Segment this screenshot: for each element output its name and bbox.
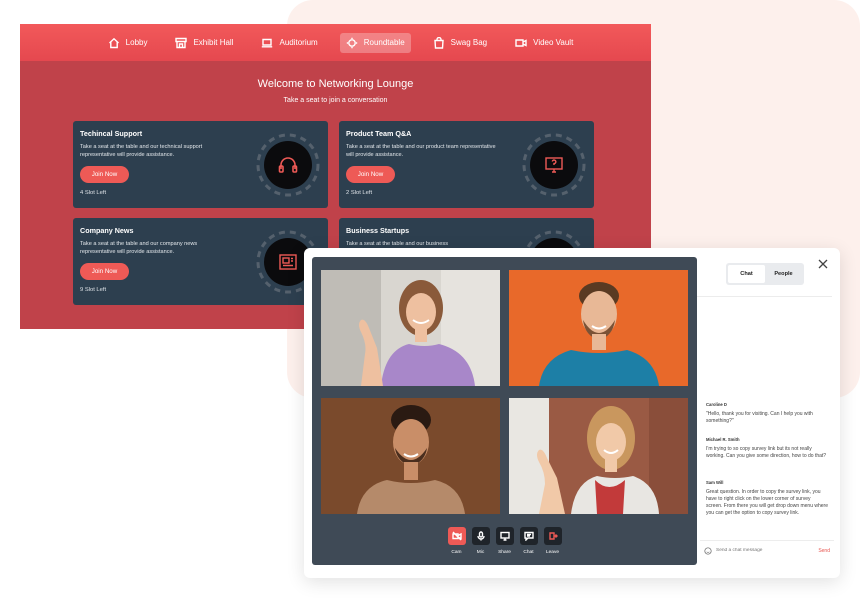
room-description: Take a seat at the table and our product… bbox=[346, 144, 496, 158]
video-icon bbox=[515, 38, 527, 47]
control-leave: Leave bbox=[543, 527, 562, 555]
room-title: Techincal Support bbox=[80, 129, 143, 138]
participant-video-tile[interactable] bbox=[509, 398, 688, 514]
room-card-company-news: Company News Take a seat at the table an… bbox=[73, 218, 328, 305]
room-description: Take a seat at the table and our busines… bbox=[346, 241, 448, 247]
chat-message: Sam Will Great question. In order to cop… bbox=[706, 480, 828, 517]
join-now-button[interactable]: Join Now bbox=[80, 263, 129, 280]
nav-item-label: Exhibit Hall bbox=[193, 38, 234, 47]
chat-people-tabs: Chat People bbox=[726, 263, 804, 285]
chat-divider bbox=[697, 296, 832, 297]
nav-item-label: Lobby bbox=[125, 38, 148, 47]
slots-left: 2 Slot Left bbox=[346, 190, 373, 196]
room-title: Product Team Q&A bbox=[346, 129, 412, 138]
roundtable-icon bbox=[346, 37, 357, 48]
participant-video-tile[interactable] bbox=[509, 270, 688, 386]
chat-message: Michael R. Smith I'm trying to so copy s… bbox=[706, 437, 828, 460]
control-label: Cam bbox=[451, 550, 462, 555]
chat-message: Caroline D "Hello, thank you for visitin… bbox=[706, 402, 828, 425]
laptop-icon bbox=[262, 38, 273, 47]
tab-chat[interactable]: Chat bbox=[728, 265, 765, 283]
send-button[interactable]: Send bbox=[818, 548, 830, 554]
mic-button[interactable] bbox=[471, 527, 490, 545]
share-screen-icon bbox=[499, 531, 510, 541]
control-label: Mic bbox=[476, 550, 485, 555]
participant-video-tile[interactable] bbox=[321, 398, 500, 514]
slots-left: 9 Slot Left bbox=[80, 287, 107, 293]
top-navbar: Lobby Exhibit Hall Auditorium Roundtable… bbox=[20, 24, 651, 61]
leave-icon bbox=[548, 532, 558, 540]
chat-input-row: Send bbox=[700, 540, 834, 560]
nav-item-swag-bag[interactable]: Swag Bag bbox=[427, 33, 493, 53]
nav-item-label: Auditorium bbox=[279, 38, 318, 47]
room-card-technical-support: Techincal Support Take a seat at the tab… bbox=[73, 121, 328, 208]
leave-button[interactable] bbox=[543, 527, 562, 545]
control-mic: Mic bbox=[471, 527, 490, 555]
room-description: Take a seat at the table and our technic… bbox=[80, 144, 203, 158]
control-label: Chat bbox=[523, 550, 534, 555]
participant-image bbox=[321, 270, 500, 386]
roundtable-illustration bbox=[522, 133, 586, 197]
nav-item-lobby[interactable]: Lobby bbox=[102, 33, 154, 53]
participant-image bbox=[509, 270, 688, 386]
room-description: Take a seat at the table and our company… bbox=[80, 241, 198, 255]
home-icon bbox=[108, 37, 119, 48]
slots-left: 4 Slot Left bbox=[80, 190, 107, 196]
video-call-window: Cam Mic Share Chat Leave Chat People Car… bbox=[304, 248, 840, 578]
room-card-product-team: Product Team Q&A Take a seat at the tabl… bbox=[339, 121, 594, 208]
message-sender: Michael R. Smith bbox=[706, 437, 740, 442]
control-label: Share bbox=[498, 550, 511, 555]
chat-icon bbox=[523, 531, 534, 541]
participant-video-tile[interactable] bbox=[321, 270, 500, 386]
cam-button[interactable] bbox=[447, 527, 466, 545]
message-sender: Caroline D bbox=[706, 402, 727, 407]
nav-item-auditorium[interactable]: Auditorium bbox=[255, 33, 323, 53]
lounge-title: Welcome to Networking Lounge bbox=[257, 78, 414, 90]
participant-image bbox=[509, 398, 688, 514]
chat-message-input[interactable] bbox=[716, 548, 806, 553]
close-icon[interactable] bbox=[816, 257, 830, 271]
nav-item-roundtable[interactable]: Roundtable bbox=[339, 32, 411, 53]
nav-item-video-vault[interactable]: Video Vault bbox=[509, 33, 579, 53]
message-sender: Sam Will bbox=[706, 480, 724, 485]
participant-image bbox=[321, 398, 500, 514]
room-title: Business Startups bbox=[346, 226, 410, 235]
nav-item-exhibit-hall[interactable]: Exhibit Hall bbox=[169, 33, 239, 53]
message-text: I'm trying to so copy survey link but it… bbox=[706, 446, 827, 459]
room-title: Company News bbox=[80, 226, 134, 235]
join-now-button[interactable]: Join Now bbox=[346, 166, 395, 183]
join-now-button[interactable]: Join Now bbox=[80, 166, 129, 183]
nav-item-label: Roundtable bbox=[363, 38, 405, 47]
lounge-subtitle: Take a seat to join a conversation bbox=[283, 97, 388, 104]
control-label: Leave bbox=[545, 550, 560, 555]
call-controls: Cam Mic Share Chat Leave bbox=[312, 527, 697, 555]
roundtable-illustration bbox=[256, 133, 320, 197]
bag-icon bbox=[433, 36, 444, 49]
nav-item-label: Video Vault bbox=[533, 38, 574, 47]
control-cam: Cam bbox=[447, 527, 466, 555]
camera-off-icon bbox=[451, 531, 462, 541]
tab-people[interactable]: People bbox=[765, 265, 802, 283]
control-chat: Chat bbox=[519, 527, 538, 555]
chat-button[interactable] bbox=[519, 527, 538, 545]
video-panel: Cam Mic Share Chat Leave bbox=[312, 257, 697, 565]
store-icon bbox=[175, 37, 188, 48]
control-share: Share bbox=[495, 527, 514, 555]
nav-item-label: Swag Bag bbox=[450, 38, 488, 47]
message-text: "Hello, thank you for visiting. Can I he… bbox=[706, 411, 813, 424]
message-text: Great question. In order to copy the sur… bbox=[706, 489, 829, 516]
share-button[interactable] bbox=[495, 527, 514, 545]
mic-icon bbox=[476, 531, 485, 541]
emoji-icon[interactable] bbox=[704, 546, 712, 555]
